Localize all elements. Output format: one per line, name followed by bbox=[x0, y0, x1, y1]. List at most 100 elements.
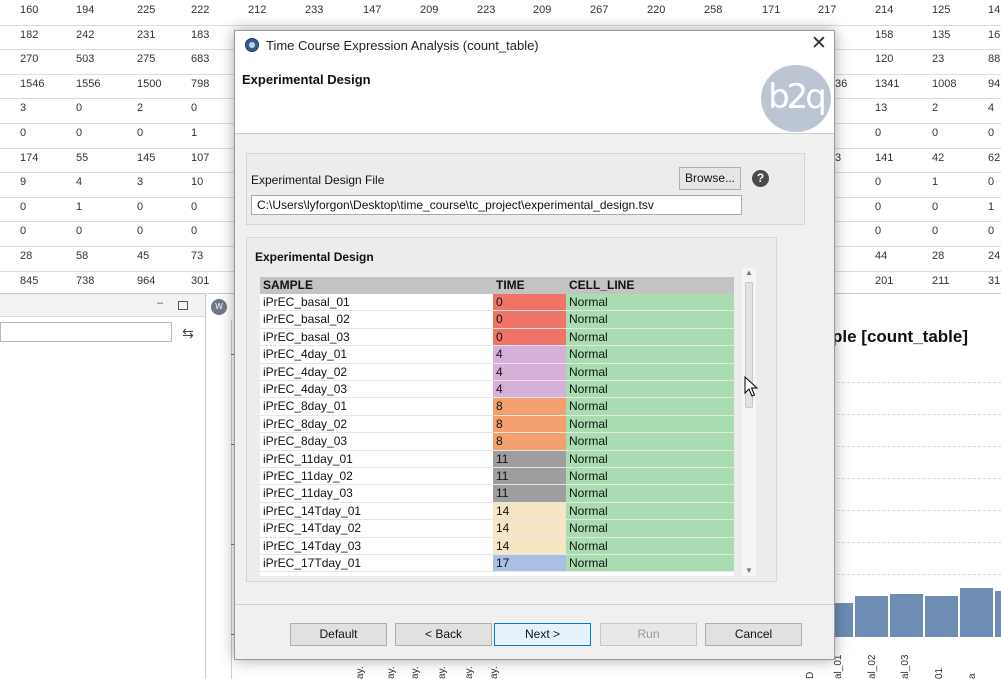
table-cell-cell-line[interactable]: Normal bbox=[566, 485, 734, 503]
table-cell-sample[interactable]: iPrEC_11day_02 bbox=[260, 468, 493, 486]
chart-bar[interactable] bbox=[925, 595, 958, 637]
table-cell-sample[interactable]: iPrEC_basal_01 bbox=[260, 294, 493, 312]
count-table-cell: 88 bbox=[988, 53, 1001, 66]
cancel-button[interactable]: Cancel bbox=[705, 623, 802, 646]
count-table-cell: 0 bbox=[76, 102, 83, 115]
table-cell-time[interactable]: 0 bbox=[493, 328, 566, 347]
count-table-cell: 0 bbox=[20, 127, 27, 139]
table-cell-cell-line[interactable]: Normal bbox=[566, 433, 734, 451]
dialog-titlebar: Time Course Expression Analysis (count_t… bbox=[235, 31, 834, 59]
chart-x-label: a bbox=[967, 673, 978, 679]
count-table-cell: 0 bbox=[875, 225, 882, 238]
table-cell-cell-line[interactable]: Normal bbox=[566, 415, 734, 434]
table-cell-time[interactable]: 4 bbox=[493, 381, 566, 399]
default-button[interactable]: Default bbox=[290, 623, 387, 646]
count-table-cell: 158 bbox=[875, 28, 894, 41]
table-cell-sample[interactable]: iPrEC_14Tday_03 bbox=[260, 537, 493, 555]
table-cell-sample[interactable]: iPrEC_8day_01 bbox=[260, 398, 493, 416]
chart-x-label: ay. bbox=[355, 666, 366, 679]
count-table-cell: 2 bbox=[932, 102, 939, 115]
table-cell-sample[interactable]: iPrEC_basal_02 bbox=[260, 311, 493, 329]
help-icon[interactable]: ? bbox=[752, 170, 769, 187]
table-cell-sample[interactable]: iPrEC_8day_03 bbox=[260, 433, 493, 451]
table-cell-cell-line[interactable]: Normal bbox=[566, 311, 734, 329]
table-cell-sample[interactable]: iPrEC_4day_01 bbox=[260, 346, 493, 364]
table-cell-cell-line[interactable]: Normal bbox=[566, 537, 734, 555]
table-scrollbar[interactable]: ▲ ▼ bbox=[742, 268, 756, 576]
chart-x-label: ay. bbox=[437, 666, 448, 679]
back-button[interactable]: < Back bbox=[395, 623, 492, 646]
column-header-time[interactable]: TIME bbox=[493, 277, 566, 294]
table-cell-cell-line[interactable]: Normal bbox=[566, 502, 734, 521]
table-cell-cell-line[interactable]: Normal bbox=[566, 381, 734, 399]
table-cell-time[interactable]: 17 bbox=[493, 555, 566, 573]
table-cell-sample[interactable]: iPrEC_14Tday_02 bbox=[260, 520, 493, 538]
table-cell-sample[interactable]: iPrEC_basal_03 bbox=[260, 328, 493, 347]
table-cell-cell-line[interactable]: Normal bbox=[566, 328, 734, 347]
table-cell-time[interactable]: 11 bbox=[493, 450, 566, 468]
count-table-cell: 201 bbox=[875, 274, 894, 287]
run-button[interactable]: Run bbox=[600, 623, 697, 646]
table-cell-sample[interactable]: iPrEC_4day_02 bbox=[260, 363, 493, 381]
table-cell-sample[interactable]: iPrEC_11day_01 bbox=[260, 450, 493, 468]
chart-gridline bbox=[832, 414, 1001, 415]
table-cell-time[interactable]: 8 bbox=[493, 415, 566, 434]
filter-input[interactable] bbox=[0, 322, 172, 342]
table-cell-cell-line[interactable]: Normal bbox=[566, 450, 734, 468]
table-cell-time[interactable]: 4 bbox=[493, 346, 566, 364]
count-table-cell: 738 bbox=[76, 274, 95, 287]
column-header-cell-line[interactable]: CELL_LINE bbox=[566, 277, 734, 294]
table-cell-sample[interactable]: iPrEC_11day_03 bbox=[260, 485, 493, 503]
chart-bar[interactable] bbox=[890, 593, 923, 637]
table-cell-cell-line[interactable]: Normal bbox=[566, 294, 734, 312]
chart-bar[interactable] bbox=[960, 587, 993, 637]
table-cell-time[interactable]: 14 bbox=[493, 520, 566, 538]
minimize-icon[interactable]: – bbox=[154, 298, 166, 310]
design-file-path-input[interactable]: C:\Users\lyforgon\Desktop\time_course\tc… bbox=[251, 195, 742, 215]
table-cell-time[interactable]: 11 bbox=[493, 468, 566, 486]
scroll-down-icon[interactable]: ▼ bbox=[742, 566, 756, 576]
count-table-cell: 212 bbox=[248, 4, 267, 16]
table-cell-time[interactable]: 11 bbox=[493, 485, 566, 503]
table-cell-time[interactable]: 0 bbox=[493, 311, 566, 329]
table-cell-sample[interactable]: iPrEC_17Tday_01 bbox=[260, 555, 493, 573]
design-table: SAMPLE TIME CELL_LINE iPrEC_basal_01 0 Normal… bbox=[260, 277, 734, 576]
column-header-sample[interactable]: SAMPLE bbox=[260, 277, 493, 294]
table-cell-cell-line[interactable]: Normal bbox=[566, 398, 734, 416]
table-cell-cell-line[interactable]: Normal bbox=[566, 468, 734, 486]
scroll-up-icon[interactable]: ▲ bbox=[742, 268, 756, 278]
table-cell-time[interactable]: 8 bbox=[493, 433, 566, 451]
table-cell-cell-line[interactable]: Normal bbox=[566, 555, 734, 573]
table-cell-cell-line[interactable]: Normal bbox=[566, 363, 734, 381]
sync-icon[interactable]: ⇆ bbox=[178, 323, 198, 343]
browse-button[interactable]: Browse... bbox=[679, 167, 741, 190]
count-table-cell: 0 bbox=[76, 127, 83, 139]
count-table-cell: 0 bbox=[988, 225, 995, 238]
count-table-cell: 125 bbox=[932, 4, 951, 16]
count-table-cell: 4 bbox=[76, 176, 83, 189]
count-table-cell: 135 bbox=[932, 28, 951, 41]
chart-gridline bbox=[832, 446, 1001, 447]
table-cell-time[interactable]: 0 bbox=[493, 294, 566, 312]
table-cell-sample[interactable]: iPrEC_8day_02 bbox=[260, 415, 493, 434]
table-cell-cell-line[interactable]: Normal bbox=[566, 520, 734, 538]
count-table-cell: 845 bbox=[20, 274, 39, 287]
table-cell-time[interactable]: 14 bbox=[493, 537, 566, 555]
table-cell-time[interactable]: 4 bbox=[493, 363, 566, 381]
chart-gridline bbox=[832, 574, 1001, 575]
table-cell-sample[interactable]: iPrEC_14Tday_01 bbox=[260, 502, 493, 521]
time-course-dialog: Time Course Expression Analysis (count_t… bbox=[234, 30, 835, 660]
table-cell-time[interactable]: 8 bbox=[493, 398, 566, 416]
close-icon[interactable]: ✕ bbox=[808, 33, 830, 55]
count-table-cell: 503 bbox=[76, 53, 95, 66]
next-button[interactable]: Next > bbox=[494, 623, 591, 646]
table-cell-time[interactable]: 14 bbox=[493, 502, 566, 521]
table-cell-sample[interactable]: iPrEC_4day_03 bbox=[260, 381, 493, 399]
chart-bar[interactable] bbox=[995, 590, 1001, 637]
chart-bar[interactable] bbox=[855, 595, 888, 637]
chart-tab-icon[interactable]: W bbox=[211, 299, 227, 315]
count-table-cell: 28 bbox=[932, 250, 945, 262]
maximize-icon[interactable] bbox=[178, 301, 188, 310]
table-cell-cell-line[interactable]: Normal bbox=[566, 346, 734, 364]
count-table-cell: 194 bbox=[76, 4, 95, 16]
